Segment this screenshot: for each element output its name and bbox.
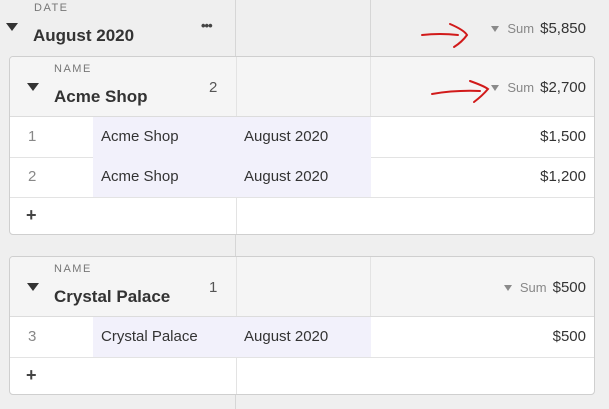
date-value: August 2020	[244, 328, 329, 345]
sum-label: Sum	[519, 280, 547, 295]
group-acme-shop: NAME Acme Shop 2 Sum $2,700 1 Acme Shop A…	[9, 56, 595, 235]
group-caption: NAME	[54, 263, 92, 275]
table-row[interactable]: 2 Acme Shop August 2020 $1,200	[10, 157, 594, 198]
date-group-title: August 2020	[33, 26, 135, 45]
add-record-icon[interactable]: +	[26, 205, 37, 226]
date-cell[interactable]: August 2020	[236, 117, 371, 157]
column-divider	[236, 57, 237, 116]
add-record-row[interactable]: +	[10, 357, 594, 394]
group-sum[interactable]: Sum $2,700	[491, 79, 586, 96]
sum-label: Sum	[507, 80, 535, 95]
group-title: Acme Shop	[54, 87, 148, 106]
column-divider	[370, 0, 371, 56]
amount-value[interactable]: $1,500	[540, 128, 586, 145]
collapse-group-icon[interactable]	[27, 283, 39, 291]
annotation-arrow-icon	[421, 23, 469, 48]
add-record-row[interactable]: +	[10, 197, 594, 234]
name-value: Acme Shop	[101, 128, 179, 145]
date-cell[interactable]: August 2020	[236, 157, 371, 197]
name-cell[interactable]: Acme Shop	[93, 117, 236, 157]
name-cell[interactable]: Acme Shop	[93, 157, 236, 197]
date-group-sum[interactable]: Sum $5,850	[491, 20, 586, 37]
amount-value[interactable]: $500	[553, 328, 586, 345]
group-header: NAME Crystal Palace 1 Sum $500	[10, 257, 594, 317]
collapse-date-group-icon[interactable]	[6, 23, 18, 31]
column-divider	[370, 57, 371, 116]
group-header: NAME Acme Shop 2 Sum $2,700	[10, 57, 594, 117]
group-crystal-palace: NAME Crystal Palace 1 Sum $500 3 Crystal …	[9, 256, 595, 395]
column-divider	[236, 357, 237, 394]
sum-value: $5,850	[540, 20, 586, 37]
collapse-group-icon[interactable]	[27, 83, 39, 91]
date-group-caption: DATE	[34, 2, 69, 14]
annotation-arrow-icon	[431, 80, 490, 103]
column-divider	[370, 257, 371, 316]
amount-value[interactable]: $1,200	[540, 168, 586, 185]
row-number: 2	[28, 168, 37, 185]
column-divider	[236, 257, 237, 316]
more-options-icon[interactable]: •••	[201, 18, 213, 33]
sum-label: Sum	[507, 21, 535, 36]
name-cell[interactable]: Crystal Palace	[93, 317, 236, 357]
group-title: Crystal Palace	[54, 287, 171, 306]
group-record-count: 1	[209, 279, 218, 296]
name-value: Crystal Palace	[101, 328, 198, 345]
date-value: August 2020	[244, 128, 329, 145]
sum-value: $500	[552, 279, 586, 296]
group-sum[interactable]: Sum $500	[503, 279, 586, 296]
date-cell[interactable]: August 2020	[236, 317, 371, 357]
add-record-icon[interactable]: +	[26, 365, 37, 386]
row-number: 1	[28, 128, 37, 145]
sum-dropdown-icon	[491, 26, 500, 33]
name-value: Acme Shop	[101, 168, 179, 185]
table-row[interactable]: 1 Acme Shop August 2020 $1,500	[10, 117, 594, 158]
sum-dropdown-icon	[503, 285, 512, 292]
row-number: 3	[28, 328, 37, 345]
table-row[interactable]: 3 Crystal Palace August 2020 $500	[10, 317, 594, 358]
date-value: August 2020	[244, 168, 329, 185]
group-caption: NAME	[54, 63, 92, 75]
sum-value: $2,700	[540, 79, 586, 96]
column-divider	[236, 197, 237, 234]
group-record-count: 2	[209, 79, 218, 96]
